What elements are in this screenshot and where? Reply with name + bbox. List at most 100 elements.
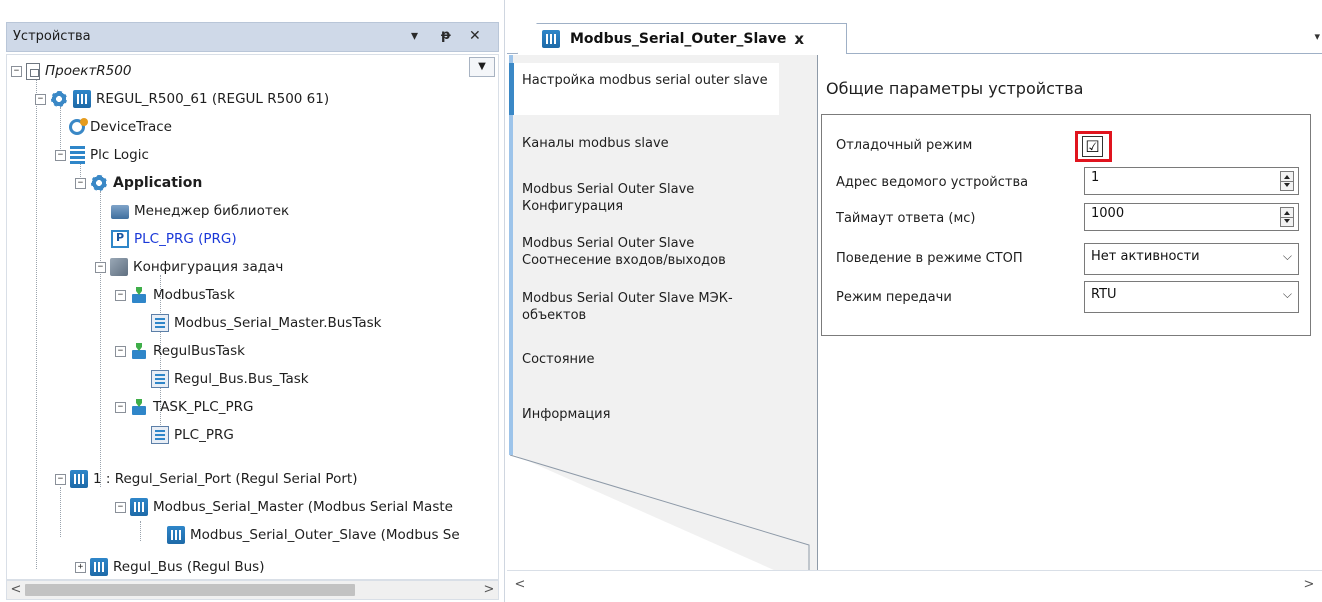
scrollbar-thumb[interactable] bbox=[25, 584, 355, 596]
tree-item-label: DeviceTrace bbox=[90, 119, 172, 135]
tree-item-regul-bus[interactable]: + Regul_Bus (Regul Bus) bbox=[75, 553, 265, 579]
tree-horizontal-scrollbar[interactable]: < > bbox=[6, 580, 499, 600]
tree-item-modbus-bustask[interactable]: Modbus_Serial_Master.BusTask bbox=[151, 309, 381, 337]
tree-item-plc-logic[interactable]: − Plc Logic bbox=[55, 141, 149, 169]
devices-panel: Устройства ▾ ᵽ ✕ ▼ − ПроектR500 − REGUL_… bbox=[0, 0, 505, 602]
close-panel-icon[interactable]: ✕ bbox=[469, 28, 481, 44]
scroll-left-arrow[interactable]: < bbox=[511, 576, 529, 594]
chevron-down-icon[interactable]: ⌵ bbox=[1283, 287, 1292, 302]
tree-item-label: Конфигурация задач bbox=[133, 259, 284, 275]
nav-item-information[interactable]: Информация bbox=[509, 406, 779, 423]
device-editor: Modbus_Serial_Outer_Slave x ▾ Настройка … bbox=[507, 0, 1322, 602]
tree-item-device[interactable]: − REGUL_R500_61 (REGUL R500 61) bbox=[35, 85, 329, 113]
tree-item-modbus-master[interactable]: − Modbus_Serial_Master (Modbus Serial Ma… bbox=[115, 493, 453, 521]
devices-tree[interactable]: ▼ − ПроектR500 − REGUL_R500_61 (REGUL R5… bbox=[6, 54, 499, 580]
device-icon bbox=[542, 30, 560, 48]
collapse-icon[interactable]: − bbox=[11, 65, 22, 77]
timeout-spinbox[interactable]: 1000 bbox=[1084, 203, 1299, 231]
transfer-mode-select[interactable]: RTU ⌵ bbox=[1084, 281, 1299, 313]
nav-item-configuration[interactable]: Modbus Serial Outer Slave Конфигурация bbox=[509, 181, 779, 215]
tree-item-label: Regul_Bus (Regul Bus) bbox=[113, 559, 265, 575]
tree-item-application[interactable]: − Application bbox=[75, 169, 202, 197]
tree-item-regul-bus-task[interactable]: Regul_Bus.Bus_Task bbox=[151, 365, 309, 393]
collapse-icon[interactable]: − bbox=[115, 501, 126, 513]
collapse-icon[interactable]: − bbox=[55, 149, 66, 161]
stop-behavior-label: Поведение в режиме СТОП bbox=[836, 251, 1023, 266]
application-gear-icon bbox=[90, 174, 108, 192]
tree-item-plc-prg[interactable]: PLC_PRG (PRG) bbox=[111, 225, 237, 253]
slave-address-value: 1 bbox=[1091, 170, 1100, 185]
editor-nav-panel: Настройка modbus serial outer slave Кана… bbox=[509, 55, 817, 585]
tree-item-modbus-task[interactable]: − ModbusTask bbox=[115, 281, 235, 309]
collapse-icon[interactable]: − bbox=[55, 473, 66, 485]
tree-dropdown-button[interactable]: ▼ bbox=[469, 57, 495, 77]
tree-item-library-manager[interactable]: Менеджер библиотек bbox=[111, 197, 289, 225]
slave-address-spinbox[interactable]: 1 bbox=[1084, 167, 1299, 195]
scroll-right-arrow[interactable]: > bbox=[480, 581, 498, 599]
tree-item-label: REGUL_R500_61 (REGUL R500 61) bbox=[96, 91, 330, 107]
pin-icon[interactable]: ᵽ bbox=[441, 28, 451, 43]
devices-panel-header: Устройства ▾ ᵽ ✕ bbox=[6, 22, 499, 52]
close-tab-icon[interactable]: x bbox=[794, 30, 804, 48]
task-config-icon bbox=[110, 258, 128, 276]
nav-item-io-mapping[interactable]: Modbus Serial Outer Slave Соотнесение вх… bbox=[509, 235, 779, 269]
tree-item-label: RegulBusTask bbox=[153, 343, 245, 359]
spin-divider bbox=[1280, 181, 1294, 182]
stop-behavior-select[interactable]: Нет активности ⌵ bbox=[1084, 243, 1299, 275]
section-title: Общие параметры устройства bbox=[826, 79, 1084, 98]
device-params-group: Отладочный режим ☑ Адрес ведомого устрой… bbox=[821, 114, 1311, 336]
debug-mode-checkbox[interactable]: ☑ bbox=[1082, 136, 1103, 157]
gear-icon bbox=[50, 90, 68, 108]
nav-item-status[interactable]: Состояние bbox=[509, 351, 779, 368]
tab-list-dropdown-icon[interactable]: ▾ bbox=[1314, 30, 1320, 43]
timeout-value: 1000 bbox=[1091, 206, 1125, 221]
nav-item-channels[interactable]: Каналы modbus slave bbox=[509, 135, 779, 152]
task-icon bbox=[130, 342, 148, 360]
tree-item-modbus-outer-slave[interactable]: Modbus_Serial_Outer_Slave (Modbus Se bbox=[167, 521, 460, 549]
stop-behavior-value: Нет активности bbox=[1091, 249, 1200, 264]
tree-item-label: ModbusTask bbox=[153, 287, 235, 303]
tab-title: Modbus_Serial_Outer_Slave bbox=[570, 31, 787, 47]
tree-item-label: Application bbox=[113, 175, 203, 191]
task-icon bbox=[130, 398, 148, 416]
spin-divider bbox=[1280, 217, 1294, 218]
nav-item-iec-objects[interactable]: Modbus Serial Outer Slave МЭК-объектов bbox=[509, 290, 779, 324]
scroll-left-arrow[interactable]: < bbox=[7, 581, 25, 599]
timeout-label: Таймаут ответа (мс) bbox=[836, 211, 976, 226]
tree-item-label: 1 : Regul_Serial_Port (Regul Serial Port… bbox=[93, 471, 358, 487]
collapse-icon[interactable]: − bbox=[115, 401, 126, 413]
tree-item-label: PLC_PRG (PRG) bbox=[134, 231, 237, 247]
tab-modbus-serial-outer-slave[interactable]: Modbus_Serial_Outer_Slave x bbox=[517, 23, 847, 54]
panel-menu-icon[interactable]: ▾ bbox=[411, 28, 418, 44]
tree-item-serial-port[interactable]: − 1 : Regul_Serial_Port (Regul Serial Po… bbox=[55, 465, 357, 493]
tree-item-devicetrace[interactable]: DeviceTrace bbox=[69, 113, 172, 141]
program-call-icon bbox=[151, 370, 169, 388]
transfer-mode-value: RTU bbox=[1091, 287, 1117, 302]
collapse-icon[interactable]: − bbox=[95, 261, 106, 273]
scroll-right-arrow[interactable]: > bbox=[1300, 576, 1318, 594]
program-call-icon bbox=[151, 426, 169, 444]
expand-icon[interactable]: + bbox=[75, 561, 86, 573]
collapse-icon[interactable]: − bbox=[115, 345, 126, 357]
devices-panel-title: Устройства bbox=[13, 29, 91, 44]
collapse-icon[interactable]: − bbox=[75, 177, 86, 189]
library-icon bbox=[111, 205, 129, 219]
tree-item-label: Modbus_Serial_Master.BusTask bbox=[174, 315, 382, 331]
device-trace-icon bbox=[69, 118, 88, 135]
tree-item-task-plc-prg[interactable]: − TASK_PLC_PRG bbox=[115, 393, 253, 421]
nav-item-settings[interactable]: Настройка modbus serial outer slave bbox=[509, 63, 779, 115]
collapse-icon[interactable]: − bbox=[35, 93, 46, 105]
tree-connector bbox=[60, 487, 61, 537]
program-icon bbox=[111, 230, 129, 248]
chevron-down-icon[interactable]: ⌵ bbox=[1283, 249, 1292, 264]
tree-item-task-config[interactable]: − Конфигурация задач bbox=[95, 253, 283, 281]
plc-logic-icon bbox=[70, 146, 85, 164]
collapse-icon[interactable]: − bbox=[115, 289, 126, 301]
tree-connector bbox=[100, 191, 101, 487]
tree-item-regulbus-task[interactable]: − RegulBusTask bbox=[115, 337, 245, 365]
tree-item-plc-prg-call[interactable]: PLC_PRG bbox=[151, 421, 234, 449]
editor-horizontal-scrollbar[interactable]: < > bbox=[507, 570, 1322, 598]
tree-item-project[interactable]: − ПроектR500 bbox=[11, 57, 131, 85]
tree-item-label: PLC_PRG bbox=[174, 427, 234, 443]
tree-item-label: TASK_PLC_PRG bbox=[153, 399, 254, 415]
